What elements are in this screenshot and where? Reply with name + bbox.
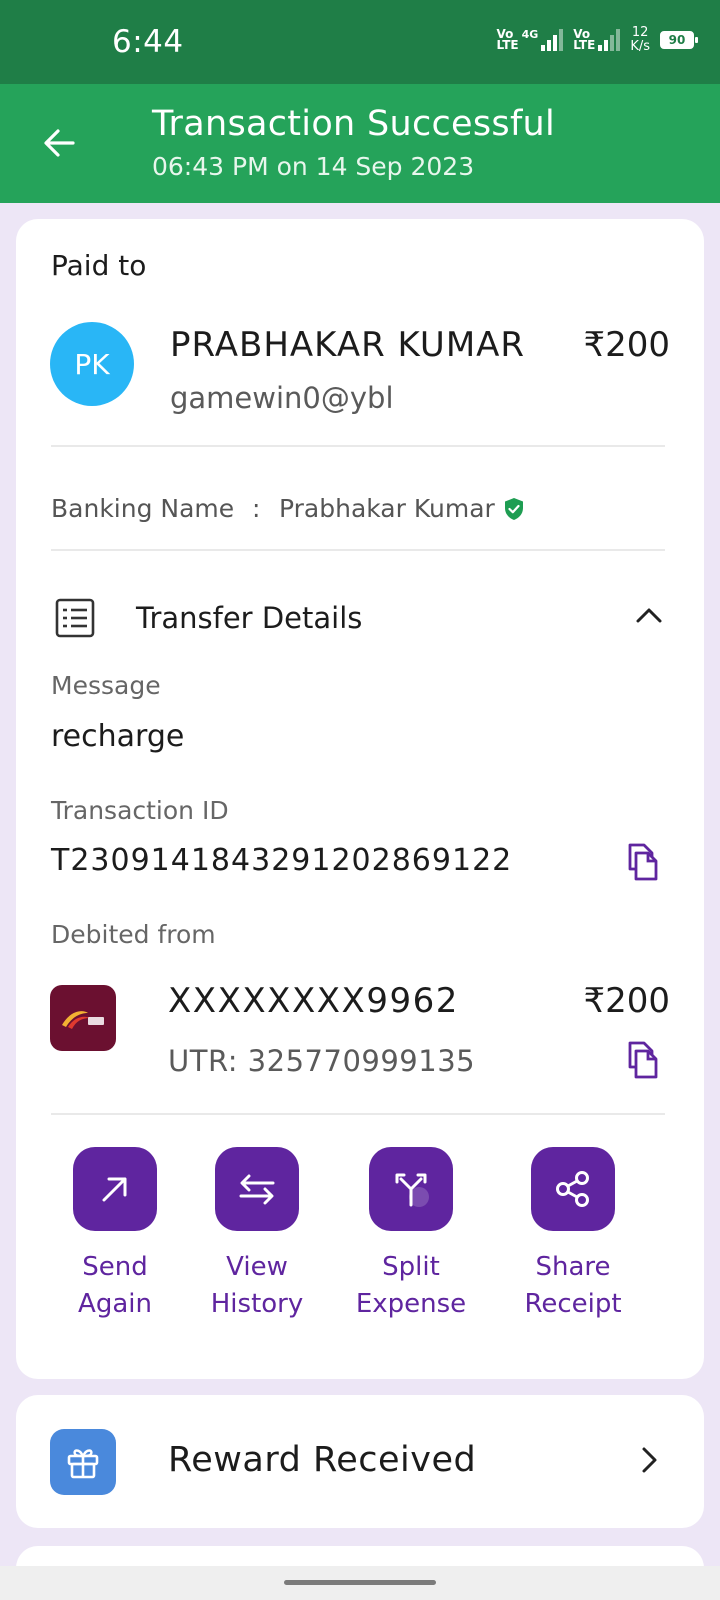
banking-name-label: Banking Name <box>51 494 235 523</box>
transaction-id-label: Transaction ID <box>51 796 229 825</box>
network-speed: 12 K/s <box>630 25 650 54</box>
divider <box>51 549 665 551</box>
split-expense-label-line1: Split <box>382 1252 440 1282</box>
banking-name-value-row: Prabhakar Kumar <box>279 494 525 523</box>
status-time: 6:44 <box>112 24 184 60</box>
copy-icon[interactable] <box>620 1039 660 1079</box>
banking-name-separator: : <box>252 494 261 523</box>
reward-icon-container <box>50 1429 116 1495</box>
status-bar: 6:44 Vo LTE 4G Vo LTE 12 K/s 90 <box>0 0 720 84</box>
signal-icon <box>541 29 564 51</box>
banking-name-value: Prabhakar Kumar <box>279 494 495 523</box>
swap-arrows-icon <box>239 1174 275 1205</box>
verified-shield-icon <box>504 497 523 520</box>
utr-number: UTR: 325770999135 <box>168 1044 476 1078</box>
message-label: Message <box>51 671 161 700</box>
share-receipt-button[interactable]: Share Receipt <box>508 1147 638 1323</box>
divider <box>51 445 665 447</box>
status-icons: Vo LTE 4G Vo LTE 12 K/s 90 <box>497 25 698 54</box>
signal-icon <box>598 29 621 51</box>
action-icon-button[interactable] <box>531 1147 615 1231</box>
bank-logo <box>50 985 116 1051</box>
payee-amount: ₹200 <box>583 325 670 365</box>
system-navigation-bar <box>0 1566 720 1600</box>
home-gesture-pill[interactable] <box>284 1580 436 1585</box>
action-icon-button[interactable] <box>73 1147 157 1231</box>
arrow-up-right-icon <box>102 1177 127 1202</box>
action-icon-button[interactable] <box>215 1147 299 1231</box>
view-history-button[interactable]: View History <box>192 1147 322 1323</box>
app-header: Transaction Successful 06:43 PM on 14 Se… <box>0 84 720 203</box>
payee-name: PRABHAKAR KUMAR <box>170 325 526 365</box>
bank-logo-icon <box>62 1011 104 1029</box>
chevron-up-icon[interactable] <box>634 601 664 631</box>
gift-icon <box>67 1449 99 1479</box>
account-amount: ₹200 <box>583 981 670 1021</box>
split-expense-button[interactable]: Split Expense <box>346 1147 476 1323</box>
reward-received-row[interactable]: Reward Received <box>16 1395 704 1528</box>
network-indicator-1: Vo LTE 4G <box>497 28 564 51</box>
paid-to-label: Paid to <box>51 249 147 282</box>
transfer-details-title[interactable]: Transfer Details <box>136 601 362 635</box>
avatar: PK <box>50 322 134 406</box>
share-receipt-label-line1: Share <box>535 1252 611 1282</box>
network-gen-label: 4G <box>521 28 539 41</box>
reward-received-label: Reward Received <box>168 1440 477 1480</box>
receipt-list-icon <box>55 598 95 638</box>
account-number: XXXXXXXX9962 <box>168 981 459 1021</box>
chevron-right-icon <box>642 1447 657 1473</box>
view-history-label-line1: View <box>226 1252 288 1282</box>
split-icon <box>395 1173 429 1207</box>
send-again-label-line1: Send <box>82 1252 148 1282</box>
network-indicator-2: Vo LTE <box>573 28 621 51</box>
divider <box>51 1113 665 1115</box>
action-icon-button[interactable] <box>369 1147 453 1231</box>
payee-vpa: gamewin0@ybl <box>170 381 394 415</box>
back-button[interactable] <box>36 120 82 166</box>
battery-icon: 90 <box>660 31 698 49</box>
copy-icon[interactable] <box>620 841 660 881</box>
share-receipt-label-line2: Receipt <box>524 1289 622 1319</box>
transaction-card: Paid to PK PRABHAKAR KUMAR ₹200 gamewin0… <box>16 219 704 1379</box>
debited-from-label: Debited from <box>51 920 216 949</box>
transaction-datetime: 06:43 PM on 14 Sep 2023 <box>152 152 475 181</box>
send-again-label-line2: Again <box>78 1289 152 1319</box>
page-title: Transaction Successful <box>152 104 556 144</box>
transaction-id-value: T2309141843291202869122 <box>51 843 513 878</box>
back-arrow-icon <box>44 129 75 157</box>
split-expense-label-line2: Expense <box>355 1289 467 1319</box>
share-icon <box>556 1171 589 1207</box>
message-value: recharge <box>51 719 185 754</box>
send-again-button[interactable]: Send Again <box>50 1147 180 1323</box>
view-history-label-line2: History <box>210 1289 304 1319</box>
